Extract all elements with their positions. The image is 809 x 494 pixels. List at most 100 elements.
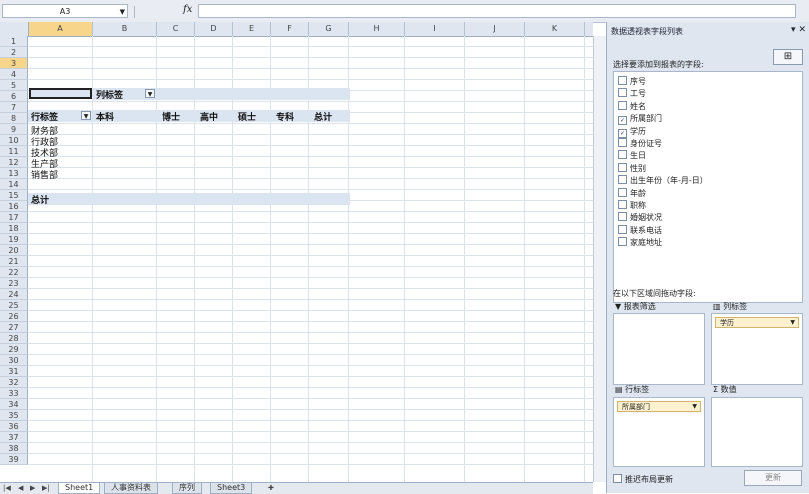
row-header-13[interactable]: 13	[0, 168, 28, 179]
values-area[interactable]	[711, 397, 803, 467]
defer-checkbox[interactable]	[613, 474, 622, 483]
row-header-31[interactable]: 31	[0, 366, 28, 377]
row-header-37[interactable]: 37	[0, 432, 28, 443]
chevron-down-icon[interactable]: ▼	[790, 318, 795, 328]
field-checkbox[interactable]: ✓	[618, 116, 627, 126]
field-checkbox[interactable]	[618, 200, 627, 209]
row-header-6[interactable]: 6	[0, 91, 28, 102]
field-item[interactable]: ✓ 学历	[618, 126, 646, 138]
row-header-35[interactable]: 35	[0, 410, 28, 421]
field-item[interactable]: 身份证号	[618, 138, 662, 149]
chevron-down-icon[interactable]: ▼	[120, 5, 125, 19]
row-header-39[interactable]: 39	[0, 454, 28, 465]
row-header-34[interactable]: 34	[0, 399, 28, 410]
sheet-tab[interactable]: Sheet3	[210, 483, 253, 494]
row-header-27[interactable]: 27	[0, 322, 28, 333]
field-checkbox[interactable]	[618, 237, 627, 247]
row-header-8[interactable]: 8	[0, 113, 28, 124]
report-filter-area[interactable]	[613, 313, 705, 385]
field-item[interactable]: 出生年份（年-月-日）	[618, 175, 708, 186]
sheet-tab[interactable]: 人事资料表	[104, 483, 158, 494]
row-header-3[interactable]: 3	[0, 58, 28, 69]
field-item[interactable]: 姓名	[618, 100, 646, 112]
row-header-25[interactable]: 25	[0, 300, 28, 311]
row-header-15[interactable]: 15	[0, 190, 28, 201]
row-header-20[interactable]: 20	[0, 245, 28, 256]
row-header-9[interactable]: 9	[0, 124, 28, 135]
row-header-32[interactable]: 32	[0, 377, 28, 388]
prev-sheet-icon[interactable]: ◀	[18, 484, 23, 492]
row-header-19[interactable]: 19	[0, 234, 28, 245]
field-item[interactable]: 联系电话	[618, 224, 662, 236]
column-header-f[interactable]: F	[271, 22, 309, 36]
row-header-22[interactable]: 22	[0, 267, 28, 278]
row-header-18[interactable]: 18	[0, 223, 28, 234]
column-header-d[interactable]: D	[195, 22, 233, 36]
column-labels-area[interactable]: 学历 ▼	[711, 313, 803, 385]
row-header-5[interactable]: 5	[0, 80, 28, 91]
next-sheet-icon[interactable]: ▶	[30, 484, 35, 492]
first-sheet-icon[interactable]: |◀	[3, 484, 11, 492]
row-header-12[interactable]: 12	[0, 157, 28, 168]
row-header-16[interactable]: 16	[0, 201, 28, 212]
field-item[interactable]: ✓ 所属部门	[618, 113, 662, 126]
defer-layout-update[interactable]: 推迟布局更新	[613, 474, 673, 485]
chevron-down-icon[interactable]: ▼	[692, 402, 697, 412]
field-checkbox[interactable]	[618, 162, 627, 172]
column-header-k[interactable]: K	[525, 22, 585, 36]
row-header-4[interactable]: 4	[0, 69, 28, 80]
column-header-i[interactable]: I	[405, 22, 465, 36]
pivot-row-label[interactable]: 销售部	[31, 168, 58, 181]
update-button[interactable]: 更新	[744, 470, 802, 486]
row-header-11[interactable]: 11	[0, 146, 28, 157]
name-box[interactable]: A3 ▼	[2, 4, 128, 18]
row-header-14[interactable]: 14	[0, 179, 28, 190]
vertical-scrollbar[interactable]	[593, 36, 606, 482]
insert-function-icon[interactable]: fx	[183, 4, 192, 15]
row-header-38[interactable]: 38	[0, 443, 28, 454]
row-header-7[interactable]: 7	[0, 102, 28, 113]
last-sheet-icon[interactable]: ▶|	[42, 484, 50, 492]
row-header-36[interactable]: 36	[0, 421, 28, 432]
field-item[interactable]: 职称	[618, 200, 646, 211]
field-item[interactable]: 年龄	[618, 187, 646, 199]
row-header-24[interactable]: 24	[0, 289, 28, 300]
insert-sheet-icon[interactable]: ✚	[268, 484, 274, 492]
column-header-e[interactable]: E	[233, 22, 271, 36]
row-labels-area[interactable]: 所属部门 ▼	[613, 397, 705, 467]
formula-input[interactable]	[198, 4, 796, 18]
close-icon[interactable]: ✕	[798, 25, 806, 35]
field-checkbox[interactable]	[618, 212, 627, 222]
field-item[interactable]: 生日	[618, 150, 646, 161]
column-header-h[interactable]: H	[349, 22, 405, 36]
active-cell-a3[interactable]	[29, 88, 92, 99]
row-filter-dropdown-icon[interactable]: ▼	[81, 111, 91, 120]
row-header-29[interactable]: 29	[0, 344, 28, 355]
worksheet-grid[interactable]: ABCDEFGHIJK 1 2 3 4 5 6 7 8 9 10 11 12 13 14 15 16 17 18 1…	[0, 22, 593, 482]
field-item[interactable]: 序号	[618, 76, 646, 87]
row-header-10[interactable]: 10	[0, 135, 28, 146]
row-header-21[interactable]: 21	[0, 256, 28, 267]
field-checkbox[interactable]	[618, 76, 627, 85]
field-item[interactable]: 家庭地址	[618, 237, 662, 248]
column-header-a[interactable]: A	[28, 22, 93, 36]
select-all-corner[interactable]	[0, 22, 29, 36]
sheet-tab[interactable]: 序列	[172, 483, 202, 494]
column-field-chip[interactable]: 学历 ▼	[715, 317, 799, 328]
field-checkbox[interactable]	[618, 175, 627, 185]
field-checkbox[interactable]: ✓	[618, 128, 627, 138]
column-header-g[interactable]: G	[309, 22, 349, 36]
pane-menu-icon[interactable]: ▾	[791, 25, 796, 35]
sheet-tab[interactable]: Sheet1	[58, 483, 101, 494]
row-field-chip[interactable]: 所属部门 ▼	[617, 401, 701, 412]
column-filter-dropdown-icon[interactable]: ▼	[145, 89, 155, 98]
layout-options-button[interactable]: ⊞	[773, 49, 803, 65]
row-header-17[interactable]: 17	[0, 212, 28, 223]
row-header-2[interactable]: 2	[0, 47, 28, 58]
field-item[interactable]: 工号	[618, 88, 646, 99]
column-header-b[interactable]: B	[93, 22, 157, 36]
row-header-23[interactable]: 23	[0, 278, 28, 289]
column-header-c[interactable]: C	[157, 22, 195, 36]
field-item[interactable]: 性别	[618, 162, 646, 174]
row-header-1[interactable]: 1	[0, 36, 28, 47]
